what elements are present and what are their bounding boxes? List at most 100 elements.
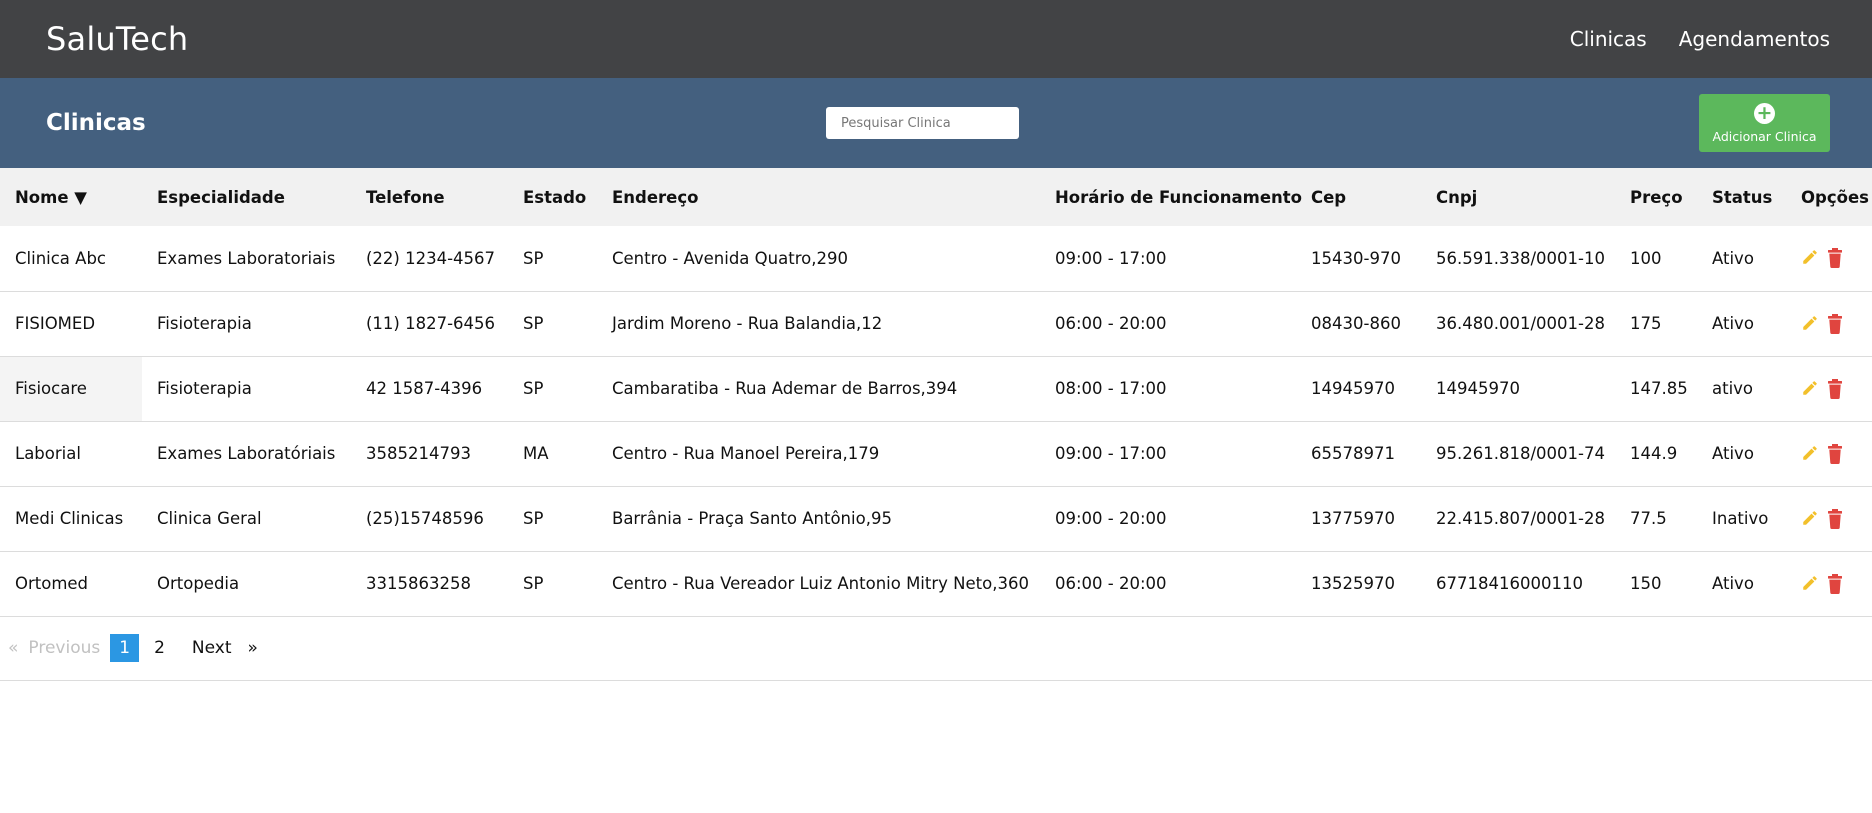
pencil-icon[interactable]: [1801, 248, 1819, 268]
cell-status: Ativo: [1712, 248, 1754, 268]
cell-nome: Clinica Abc: [15, 248, 106, 268]
cell-cnpj: 36.480.001/0001-28: [1436, 314, 1605, 333]
cell-estado: SP: [523, 574, 544, 593]
pencil-icon[interactable]: [1801, 574, 1819, 594]
cell-telefone: 3315863258: [366, 574, 471, 593]
page-header: Clinicas + Adicionar Clinica: [0, 78, 1872, 168]
page-1-button[interactable]: 1: [110, 634, 140, 662]
pagination: « Previous 1 2 Next »: [0, 617, 1872, 681]
column-header-horario: Horário de Funcionamento: [1055, 187, 1302, 207]
pencil-icon[interactable]: [1801, 444, 1819, 464]
next-label: Next: [191, 638, 232, 658]
column-header-status: Status: [1712, 187, 1773, 207]
cell-cep: 65578971: [1311, 444, 1395, 463]
column-header-especialidade: Especialidade: [157, 187, 285, 207]
column-header-cnpj: Cnpj: [1436, 187, 1478, 207]
nav-links: Clinicas Agendamentos: [1570, 27, 1830, 51]
cell-cnpj: 95.261.818/0001-74: [1436, 444, 1605, 463]
search-input[interactable]: [826, 107, 1019, 139]
add-clinic-button[interactable]: + Adicionar Clinica: [1699, 94, 1830, 152]
cell-status: ativo: [1712, 379, 1754, 398]
next-page-button[interactable]: Next »: [192, 638, 258, 658]
cell-status: Inativo: [1712, 509, 1769, 528]
cell-nome: Medi Clinicas: [15, 509, 124, 528]
trash-icon[interactable]: [1827, 248, 1845, 269]
cell-cep: 13525970: [1311, 574, 1395, 593]
page-2-button[interactable]: 2: [145, 634, 174, 662]
previous-label: Previous: [28, 638, 101, 658]
cell-telefone: 42 1587-4396: [366, 379, 483, 398]
row-actions: [1801, 443, 1872, 464]
nav-link-clinicas[interactable]: Clinicas: [1570, 27, 1647, 51]
cell-especialidade: Fisioterapia: [157, 314, 252, 333]
cell-telefone: (25)15748596: [366, 509, 484, 528]
table-row: Clinica Abc Exames Laboratoriais (22) 1234…: [0, 226, 1872, 291]
nav-link-agendamentos[interactable]: Agendamentos: [1679, 27, 1830, 51]
cell-endereco: Barrânia - Praça Santo Antônio,95: [612, 509, 892, 528]
cell-cep: 15430-970: [1311, 248, 1401, 268]
cell-cnpj: 14945970: [1436, 379, 1520, 398]
pencil-icon[interactable]: [1801, 509, 1819, 529]
cell-nome: Laborial: [15, 444, 81, 463]
cell-horario: 08:00 - 17:00: [1055, 379, 1167, 398]
previous-page-button[interactable]: « Previous: [8, 638, 100, 658]
cell-opcoes: [1786, 421, 1872, 486]
table-body: Clinica Abc Exames Laboratoriais (22) 1234…: [0, 226, 1872, 616]
cell-especialidade: Fisioterapia: [157, 379, 252, 398]
row-actions: [1801, 573, 1872, 594]
trash-icon[interactable]: [1827, 508, 1845, 529]
cell-cep: 08430-860: [1311, 314, 1401, 333]
trash-icon[interactable]: [1827, 443, 1845, 464]
cell-estado: MA: [523, 444, 549, 463]
column-header-nome[interactable]: Nome ▼: [0, 168, 142, 226]
cell-preco: 144.9: [1630, 444, 1678, 463]
cell-estado: SP: [523, 379, 544, 398]
brand-logo[interactable]: SaluTech: [46, 20, 188, 58]
cell-cnpj: 67718416000110: [1436, 574, 1583, 593]
clinics-table: Nome ▼ Especialidade Telefone Estado End…: [0, 168, 1872, 617]
cell-especialidade: Ortopedia: [157, 574, 240, 593]
cell-horario: 06:00 - 20:00: [1055, 574, 1167, 593]
cell-opcoes: [1786, 356, 1872, 421]
cell-horario: 06:00 - 20:00: [1055, 314, 1167, 333]
cell-telefone: 3585214793: [366, 444, 471, 463]
cell-horario: 09:00 - 20:00: [1055, 509, 1167, 528]
cell-nome: FISIOMED: [15, 314, 96, 333]
row-actions: [1801, 508, 1872, 529]
trash-icon[interactable]: [1827, 573, 1845, 594]
next-arrow-icon: »: [247, 638, 258, 658]
cell-estado: SP: [523, 314, 544, 333]
trash-icon[interactable]: [1827, 378, 1845, 399]
top-navbar: SaluTech Clinicas Agendamentos: [0, 0, 1872, 78]
column-header-preco: Preço: [1630, 187, 1683, 207]
cell-estado: SP: [523, 248, 544, 268]
cell-endereco: Centro - Rua Manoel Pereira,179: [612, 444, 880, 463]
cell-endereco: Jardim Moreno - Rua Balandia,12: [612, 314, 883, 333]
cell-status: Ativo: [1712, 444, 1754, 463]
cell-cnpj: 56.591.338/0001-10: [1436, 248, 1605, 268]
table-row: Ortomed Ortopedia 3315863258 SP Centro - Rua…: [0, 551, 1872, 616]
cell-nome: Ortomed: [15, 574, 89, 593]
cell-preco: 175: [1630, 314, 1662, 333]
cell-preco: 147.85: [1630, 379, 1688, 398]
column-header-endereco: Endereço: [612, 187, 699, 207]
cell-preco: 100: [1630, 248, 1662, 268]
trash-icon[interactable]: [1827, 313, 1845, 334]
cell-telefone: (11) 1827-6456: [366, 314, 496, 333]
pencil-icon[interactable]: [1801, 379, 1819, 399]
cell-opcoes: [1786, 226, 1872, 291]
row-actions: [1801, 248, 1872, 269]
pencil-icon[interactable]: [1801, 314, 1819, 334]
cell-opcoes: [1786, 291, 1872, 356]
row-actions: [1801, 378, 1872, 399]
column-header-opcoes: Opções: [1801, 187, 1869, 207]
page-title: Clinicas: [46, 110, 146, 136]
cell-status: Ativo: [1712, 314, 1754, 333]
table-row: FISIOMED Fisioterapia (11) 1827-6456 SP Jard…: [0, 291, 1872, 356]
plus-circle-icon: +: [1754, 102, 1775, 124]
cell-horario: 09:00 - 17:00: [1055, 444, 1167, 463]
previous-arrow-icon: «: [8, 638, 19, 658]
row-actions: [1801, 313, 1872, 334]
cell-cep: 13775970: [1311, 509, 1395, 528]
table-header-row: Nome ▼ Especialidade Telefone Estado End…: [0, 168, 1872, 226]
